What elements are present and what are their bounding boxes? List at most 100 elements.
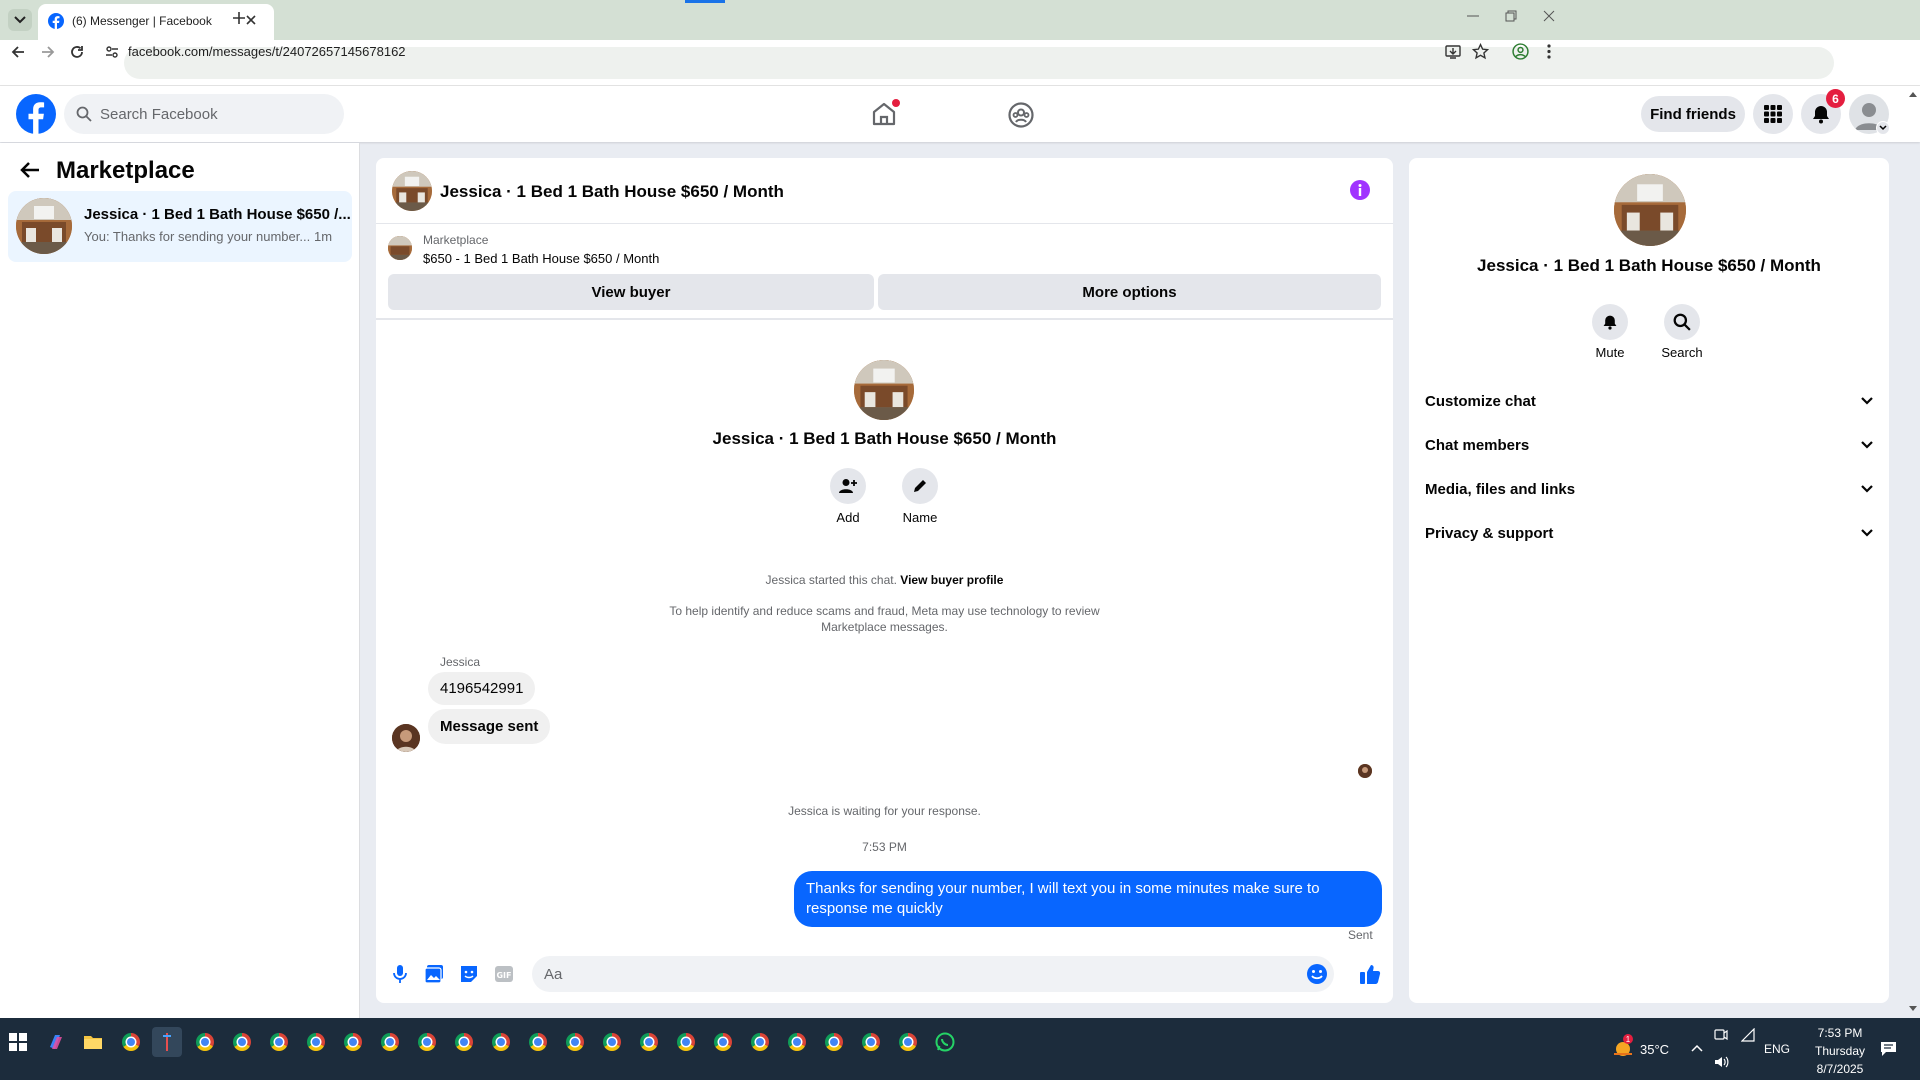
chat-members-section[interactable]: Chat members xyxy=(1409,423,1889,467)
find-friends-button[interactable]: Find friends xyxy=(1641,96,1745,132)
taskbar-chrome[interactable] xyxy=(301,1027,331,1057)
outgoing-message[interactable]: Thanks for sending your number, I will t… xyxy=(794,871,1382,927)
pencil-icon xyxy=(914,480,926,492)
intro-title: Jessica · 1 Bed 1 Bath House $650 / Mont… xyxy=(712,429,1057,448)
taskbar-chrome[interactable] xyxy=(856,1027,886,1057)
taskbar-chrome[interactable] xyxy=(597,1027,627,1057)
bookmark-star-icon[interactable] xyxy=(1472,43,1489,60)
section-label: Media, files and links xyxy=(1425,480,1576,498)
photo-icon[interactable] xyxy=(424,964,444,984)
restore-icon[interactable] xyxy=(1505,10,1517,22)
wifi-icon[interactable] xyxy=(1741,1028,1756,1042)
taskbar-chrome[interactable] xyxy=(412,1027,442,1057)
customize-chat-section[interactable]: Customize chat xyxy=(1409,379,1889,423)
chevron-down-icon xyxy=(1861,441,1873,449)
profile-icon[interactable] xyxy=(1512,43,1529,60)
taskbar-chrome[interactable] xyxy=(190,1027,220,1057)
tab-search-button[interactable] xyxy=(8,9,32,31)
taskbar-chrome[interactable] xyxy=(634,1027,664,1057)
add-people-button[interactable] xyxy=(830,468,866,504)
file-explorer-button[interactable] xyxy=(78,1027,108,1057)
privacy-support-section[interactable]: Privacy & support xyxy=(1409,511,1889,555)
search-in-chat-button[interactable] xyxy=(1664,304,1700,340)
weather-widget[interactable]: 1 xyxy=(1612,1034,1634,1058)
conversation-item[interactable]: Jessica · 1 Bed 1 Bath House $650 /... Y… xyxy=(8,191,352,262)
chat-title[interactable]: Jessica · 1 Bed 1 Bath House $650 / Mont… xyxy=(440,182,784,202)
media-files-links-section[interactable]: Media, files and links xyxy=(1409,467,1889,511)
taskbar-chrome[interactable] xyxy=(893,1027,923,1057)
info-button[interactable] xyxy=(1350,180,1370,200)
incoming-message[interactable]: Message sent xyxy=(428,709,551,744)
gif-icon[interactable]: GIF xyxy=(494,965,514,983)
taskbar-chrome[interactable] xyxy=(819,1027,849,1057)
back-icon[interactable] xyxy=(10,44,26,60)
taskbar-chrome[interactable] xyxy=(449,1027,479,1057)
close-window-icon[interactable] xyxy=(1543,10,1555,22)
taskbar-chrome[interactable] xyxy=(523,1027,553,1057)
sticker-icon[interactable] xyxy=(459,964,479,984)
reload-icon[interactable] xyxy=(69,44,85,60)
scroll-down-icon[interactable] xyxy=(1908,1005,1918,1013)
taskbar-chrome[interactable] xyxy=(375,1027,405,1057)
close-tab-icon[interactable] xyxy=(245,14,257,26)
chrome-icon xyxy=(603,1033,621,1051)
temperature[interactable]: 35°C xyxy=(1640,1042,1669,1057)
find-friends-label: Find friends xyxy=(1650,105,1736,123)
taskbar-chrome[interactable] xyxy=(671,1027,701,1057)
microphone-icon[interactable] xyxy=(392,964,408,984)
sidebar-title: Marketplace xyxy=(56,157,195,184)
taskbar-chrome[interactable] xyxy=(486,1027,516,1057)
install-app-icon[interactable] xyxy=(1445,44,1461,60)
taskbar-chrome[interactable] xyxy=(560,1027,590,1057)
taskbar-chrome[interactable] xyxy=(264,1027,294,1057)
camera-icon[interactable] xyxy=(1714,1028,1728,1042)
facebook-favicon-icon xyxy=(48,13,64,29)
incoming-message[interactable]: 4196542991 xyxy=(428,672,536,705)
language-indicator[interactable]: ENG xyxy=(1764,1042,1790,1056)
taskbar-chrome[interactable] xyxy=(708,1027,738,1057)
start-button[interactable] xyxy=(3,1027,33,1057)
chrome-icon xyxy=(751,1033,769,1051)
facebook-logo-icon[interactable] xyxy=(16,94,56,134)
site-info-icon[interactable] xyxy=(104,44,120,60)
info-avatar[interactable] xyxy=(1614,174,1686,246)
conversation-time: 1m xyxy=(314,229,333,244)
mute-button[interactable] xyxy=(1592,304,1628,340)
search-input[interactable]: Search Facebook xyxy=(64,94,344,134)
add-label: Add xyxy=(836,510,860,525)
nav-home[interactable] xyxy=(870,99,900,130)
more-options-button[interactable]: More options xyxy=(878,274,1381,310)
scroll-up-icon[interactable] xyxy=(1908,90,1918,98)
menu-button[interactable] xyxy=(1753,94,1793,134)
like-icon[interactable] xyxy=(1359,963,1381,985)
browser-menu-icon[interactable] xyxy=(1546,43,1552,60)
notification-center-icon[interactable] xyxy=(1880,1041,1897,1057)
taskbar-chrome[interactable] xyxy=(227,1027,257,1057)
forward-icon[interactable] xyxy=(40,44,56,60)
taskbar-chrome[interactable] xyxy=(338,1027,368,1057)
account-chevron[interactable] xyxy=(1876,121,1890,135)
taskbar-whatsapp[interactable] xyxy=(930,1027,960,1057)
volume-icon[interactable] xyxy=(1714,1055,1730,1069)
taskbar-active-app[interactable] xyxy=(152,1027,182,1057)
chat-avatar[interactable] xyxy=(392,171,432,211)
chrome-icon xyxy=(788,1033,806,1051)
view-buyer-button[interactable]: View buyer xyxy=(388,274,874,310)
bell-icon xyxy=(1813,106,1829,124)
clock[interactable]: 7:53 PM Thursday 8/7/2025 xyxy=(1800,1024,1880,1078)
copilot-button[interactable] xyxy=(41,1027,71,1057)
sender-avatar[interactable] xyxy=(392,724,420,752)
taskbar-chrome[interactable] xyxy=(782,1027,812,1057)
emoji-icon[interactable] xyxy=(1306,963,1328,985)
tray-chevron-up-icon[interactable] xyxy=(1691,1044,1703,1052)
view-buyer-profile-link[interactable]: View buyer profile xyxy=(900,573,1003,587)
message-input[interactable]: Aa xyxy=(532,956,1334,992)
edit-name-button[interactable] xyxy=(902,468,938,504)
taskbar-chrome[interactable] xyxy=(116,1027,146,1057)
taskbar-chrome[interactable] xyxy=(745,1027,775,1057)
minimize-icon[interactable] xyxy=(1467,15,1479,17)
new-tab-icon[interactable] xyxy=(232,11,246,25)
back-arrow-icon[interactable] xyxy=(20,161,40,179)
groups-icon[interactable] xyxy=(1007,101,1035,129)
listing-text[interactable]: $650 - 1 Bed 1 Bath House $650 / Month xyxy=(423,251,659,266)
